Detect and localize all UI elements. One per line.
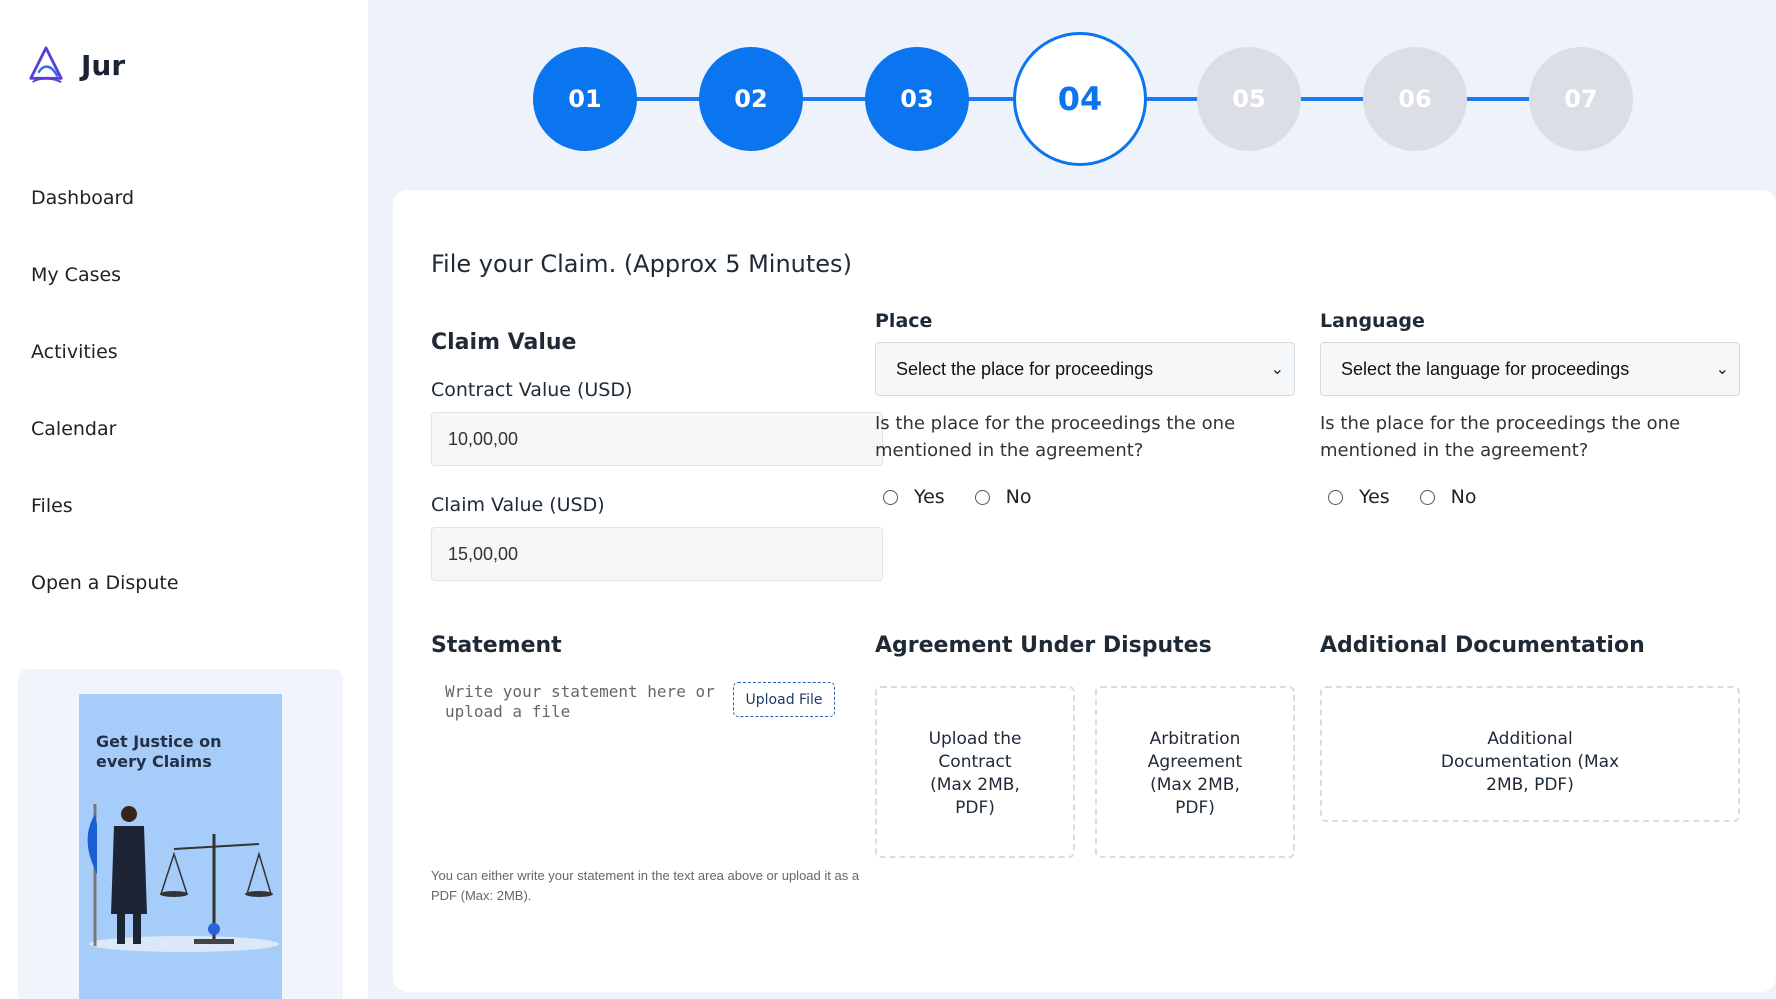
- contract-value-input[interactable]: 10,00,00: [431, 412, 883, 466]
- sidebar-nav: Dashboard My Cases Activities Calendar F…: [31, 176, 179, 638]
- language-select[interactable]: Select the language for proceedings ⌄: [1320, 342, 1740, 396]
- place-heading: Place: [875, 310, 933, 332]
- sidebar-item-activities[interactable]: Activities: [31, 330, 179, 407]
- sidebar-item-my-cases[interactable]: My Cases: [31, 253, 179, 330]
- place-radio-no-label: No: [1005, 486, 1032, 508]
- language-radio-group: Yes No: [1328, 486, 1507, 508]
- language-radio-no-label: No: [1450, 486, 1477, 508]
- arbitration-agreement-label: Arbitration Agreement (Max 2MB, PDF): [1147, 729, 1243, 818]
- radio-circle-icon[interactable]: [1328, 489, 1343, 505]
- step-05[interactable]: 05: [1197, 47, 1301, 151]
- step-02[interactable]: 02: [699, 47, 803, 151]
- statement-textarea[interactable]: Write your statement here or upload a fi…: [445, 682, 735, 722]
- judge-scales-illustration: [87, 804, 279, 952]
- sidebar-item-open-dispute[interactable]: Open a Dispute: [31, 561, 179, 638]
- jur-logo-icon: [29, 46, 63, 83]
- language-radio-yes-label: Yes: [1359, 486, 1390, 508]
- promo-text: Get Justice on every Claims: [96, 732, 222, 771]
- claim-value-label: Claim Value (USD): [431, 494, 605, 516]
- sidebar-item-calendar[interactable]: Calendar: [31, 407, 179, 484]
- upload-contract-label: Upload the Contract (Max 2MB, PDF): [928, 729, 1022, 818]
- step-01[interactable]: 01: [533, 47, 637, 151]
- radio-circle-icon[interactable]: [883, 489, 898, 505]
- step-07[interactable]: 07: [1529, 47, 1633, 151]
- statement-heading: Statement: [431, 633, 562, 658]
- radio-circle-icon[interactable]: [1419, 489, 1435, 505]
- place-select[interactable]: Select the place for proceedings ⌄: [875, 342, 1295, 396]
- form-title: File your Claim. (Approx 5 Minutes): [431, 250, 852, 278]
- claim-value-input[interactable]: 15,00,00: [431, 527, 883, 581]
- place-radio-no[interactable]: No: [974, 486, 1032, 508]
- chevron-down-icon: ⌄: [1270, 361, 1284, 378]
- place-question: Is the place for the proceedings the one…: [875, 413, 1236, 461]
- place-select-value: Select the place for proceedings: [896, 359, 1154, 379]
- step-03[interactable]: 03: [865, 47, 969, 151]
- step-04-current[interactable]: 04: [1013, 32, 1147, 166]
- sidebar: Jur Dashboard My Cases Activities Calend…: [0, 0, 368, 999]
- brand[interactable]: Jur: [27, 44, 125, 86]
- promo-banner: Get Justice on every Claims: [79, 694, 282, 999]
- contract-value-label: Contract Value (USD): [431, 379, 633, 401]
- language-radio-yes[interactable]: Yes: [1328, 486, 1390, 508]
- place-radio-group: Yes No: [883, 486, 1062, 508]
- step-06[interactable]: 06: [1363, 47, 1467, 151]
- brand-name: Jur: [81, 48, 126, 82]
- progress-stepper: 01 02 03 04 05 06 07: [533, 32, 1633, 167]
- place-radio-yes[interactable]: Yes: [883, 486, 945, 508]
- agreement-heading: Agreement Under Disputes: [875, 633, 1212, 658]
- place-radio-yes-label: Yes: [914, 486, 945, 508]
- language-radio-no[interactable]: No: [1419, 486, 1477, 508]
- upload-contract-dropzone[interactable]: Upload the Contract (Max 2MB, PDF): [875, 686, 1075, 858]
- language-select-value: Select the language for proceedings: [1341, 359, 1630, 379]
- additional-docs-dropzone[interactable]: Additional Documentation (Max 2MB, PDF): [1320, 686, 1740, 822]
- claim-form-card: File your Claim. (Approx 5 Minutes) Clai…: [393, 190, 1776, 992]
- sidebar-item-dashboard[interactable]: Dashboard: [31, 176, 179, 253]
- chevron-down-icon: ⌄: [1715, 361, 1729, 378]
- promo-card: Get Justice on every Claims: [18, 669, 343, 999]
- language-heading: Language: [1320, 310, 1425, 332]
- additional-docs-label: Additional Documentation (Max 2MB, PDF): [1440, 729, 1620, 795]
- sidebar-item-files[interactable]: Files: [31, 484, 179, 561]
- language-question: Is the place for the proceedings the one…: [1320, 413, 1681, 461]
- additional-docs-heading: Additional Documentation: [1320, 633, 1645, 658]
- radio-circle-icon[interactable]: [974, 489, 990, 505]
- upload-file-button[interactable]: Upload File: [733, 682, 835, 717]
- statement-hint: You can either write your statement in t…: [431, 868, 860, 903]
- arbitration-agreement-dropzone[interactable]: Arbitration Agreement (Max 2MB, PDF): [1095, 686, 1295, 858]
- claim-value-heading: Claim Value: [431, 330, 577, 355]
